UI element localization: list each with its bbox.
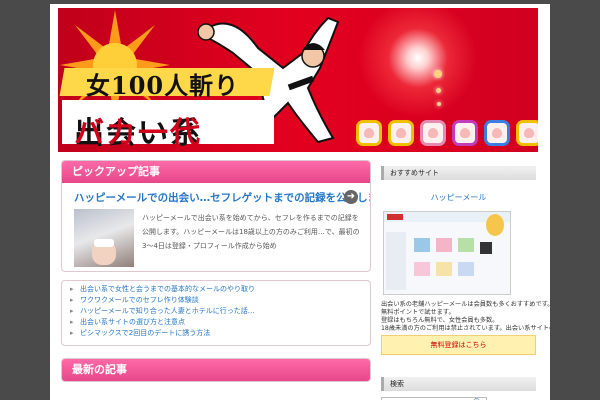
pickup-box: ピックアップ記事 ハッピーメールでの出会い…セフレゲットまでの記録を公開します…… bbox=[61, 160, 371, 272]
list-item[interactable]: ハッピーメールで知り合った人妻とホテルに行った話… bbox=[62, 306, 370, 317]
featured-post: ハッピーメールでの出会い…セフレゲットまでの記録を公開します… ➜ ハッピーメー… bbox=[62, 183, 370, 271]
thumbnail-detail bbox=[94, 239, 114, 247]
main-column: ピックアップ記事 ハッピーメールでの出会い…セフレゲットまでの記録を公開します…… bbox=[61, 160, 371, 382]
search-heading: 検索 bbox=[381, 377, 536, 391]
ad-tile bbox=[436, 238, 452, 252]
ad-tile bbox=[414, 262, 430, 276]
ad-text-line: 18歳未満の方のご利用は禁止されています。出会い系サイトのご利用は自己責任でお願… bbox=[381, 325, 550, 332]
hand-icon bbox=[516, 120, 538, 146]
ad-tile bbox=[436, 262, 452, 276]
featured-post-title[interactable]: ハッピーメールでの出会い…セフレゲットまでの記録を公開します… bbox=[74, 190, 370, 205]
ad-logo bbox=[387, 214, 403, 220]
glow-dot bbox=[436, 88, 441, 93]
ad-screenshot-sidebar bbox=[386, 232, 406, 290]
sidebar: おすすめサイト ハッピーメール 出会い系の老舗ハッピーメールは会員数も多くおすす… bbox=[381, 166, 550, 400]
ad-tile bbox=[458, 238, 474, 252]
site-title-part-b: バカ一代 bbox=[74, 116, 202, 151]
post-thumbnail[interactable] bbox=[74, 209, 134, 267]
hand-icon bbox=[420, 120, 446, 146]
glow-dot bbox=[434, 70, 442, 78]
featured-post-excerpt: ハッピーメールで出会い系を始めてから、セフレを作るまでの記録を公開します。ハッピ… bbox=[142, 214, 360, 250]
list-item[interactable]: ピシマックスで2回目のデートに誘う方法 bbox=[62, 328, 370, 339]
ad-text-line: 登録はもちろん無料で、女性会員も多数。 bbox=[381, 317, 499, 324]
hand-icon bbox=[356, 120, 382, 146]
ad-tile bbox=[480, 242, 492, 254]
list-item[interactable]: 出会い系サイトの選び方と注意点 bbox=[62, 317, 370, 328]
ad-text-line: 出会い系の老舗ハッピーメールは会員数も多くおすすめです。 bbox=[381, 301, 550, 308]
related-links-box: 出会い系で女性と会うまでの基本的なメールのやり取り ワクワクメールでのセフレ作り… bbox=[61, 280, 371, 346]
list-item[interactable]: 出会い系で女性と会うまでの基本的なメールのやり取り bbox=[62, 284, 370, 295]
hand-icons-row bbox=[356, 120, 538, 146]
latest-heading: 最新の記事 bbox=[62, 359, 370, 381]
light-glow bbox=[358, 8, 478, 118]
site-title-plate: 出会い系 バカ一代 bbox=[62, 100, 274, 151]
site-title-line1: 女100人斬り bbox=[86, 71, 240, 100]
hand-icon bbox=[452, 120, 478, 146]
header-banner[interactable]: 女100人斬り 出会い系 バカ一代 bbox=[58, 8, 538, 152]
ad-tile bbox=[458, 262, 474, 276]
glow-dot bbox=[437, 102, 441, 106]
ad-screenshot[interactable] bbox=[383, 211, 511, 295]
hand-icon bbox=[484, 120, 510, 146]
list-item[interactable]: ワクワクメールでのセフレ作り体験談 bbox=[62, 295, 370, 306]
ad-tile bbox=[414, 238, 430, 252]
sidebar-ad-heading: おすすめサイト bbox=[381, 166, 536, 180]
arrow-right-icon[interactable]: ➜ bbox=[344, 190, 358, 204]
ad-text-line: 無料ポイントで試せます。 bbox=[381, 309, 455, 316]
hand-icon bbox=[388, 120, 414, 146]
ad-register-button[interactable]: 無料登録はこちら bbox=[381, 335, 536, 355]
pickup-heading: ピックアップ記事 bbox=[62, 161, 370, 183]
sidebar-ad-link[interactable]: ハッピーメール bbox=[381, 192, 536, 203]
page-frame: 女100人斬り 出会い系 バカ一代 ピックアップ記事 ハッピーメールでの出会い…セ… bbox=[50, 4, 550, 400]
mascot-icon bbox=[486, 214, 504, 236]
latest-box: 最新の記事 bbox=[61, 358, 371, 382]
